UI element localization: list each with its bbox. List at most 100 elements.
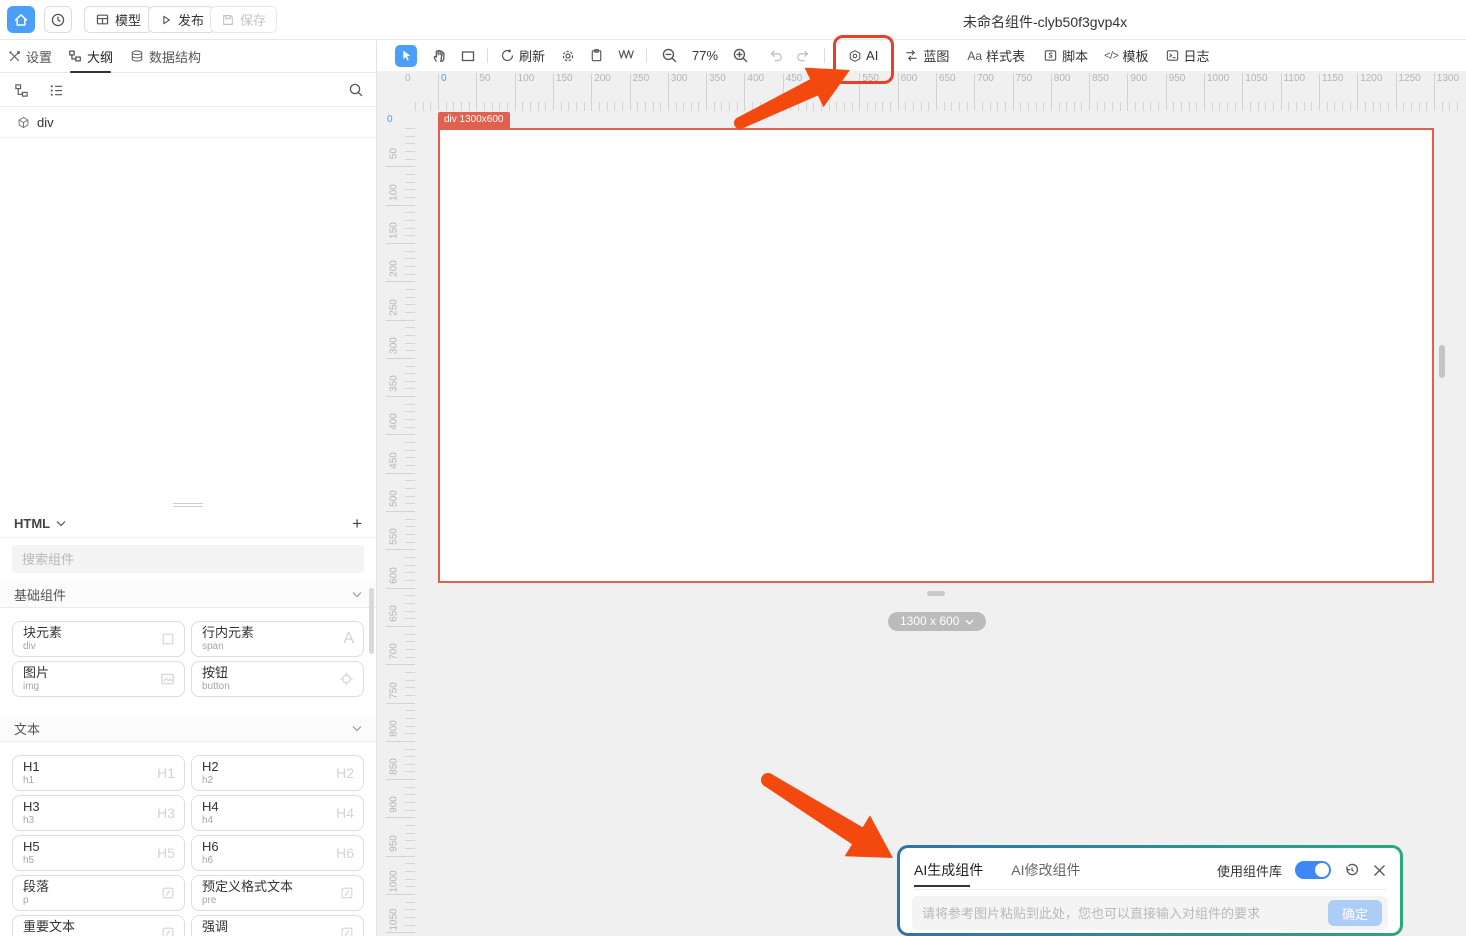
component-card-span[interactable]: 行内元素 span A	[191, 621, 364, 657]
tab-data-structure-label: 数据结构	[149, 47, 201, 66]
tree-view-icon[interactable]	[14, 83, 29, 98]
slashed-square-icon	[161, 886, 175, 900]
model-grid-icon	[95, 12, 110, 27]
component-card-em[interactable]: 强调	[191, 915, 364, 936]
zoom-out-icon[interactable]	[661, 47, 678, 64]
terminal-icon	[1165, 48, 1180, 63]
section-text-components[interactable]: 文本	[0, 715, 376, 742]
log-button[interactable]: 日志	[1165, 46, 1210, 65]
components-group-label: HTML	[14, 516, 50, 531]
history-version-button[interactable]	[44, 6, 72, 33]
stylesheet-button[interactable]: Aa 样式表	[967, 46, 1025, 65]
component-card-pre[interactable]: 预定义格式文本 pre	[191, 875, 364, 911]
letter-a-icon: A	[343, 630, 354, 648]
component-card-h5[interactable]: H5 h5 H5	[12, 835, 185, 871]
section-basic-components[interactable]: 基础组件	[0, 581, 376, 608]
canvas-size-label: 1300 x 600	[900, 612, 959, 631]
database-icon	[130, 49, 144, 63]
h2-icon: H2	[336, 765, 354, 781]
add-group-button[interactable]: +	[352, 515, 362, 532]
tree-node-div[interactable]: div	[0, 107, 376, 138]
slashed-square-icon	[161, 926, 175, 936]
component-cube-icon	[17, 116, 30, 129]
confirm-button[interactable]: 确定	[1328, 900, 1382, 926]
stylesheet-label: 样式表	[986, 46, 1025, 65]
splitter-grip-icon	[173, 503, 203, 504]
script-icon	[1043, 48, 1058, 63]
blueprint-label: 蓝图	[923, 46, 949, 65]
script-button[interactable]: 脚本	[1043, 46, 1088, 65]
component-card-h2[interactable]: H2 h2 H2	[191, 755, 364, 791]
redo-icon[interactable]	[795, 48, 811, 63]
undo-icon[interactable]	[768, 48, 784, 63]
close-icon[interactable]	[1373, 864, 1386, 877]
canvas-artboard[interactable]	[438, 128, 1434, 583]
ai-button[interactable]: AI	[848, 48, 878, 63]
panel-splitter[interactable]	[0, 501, 376, 507]
tree-node-label: div	[37, 115, 54, 130]
aa-icon: Aa	[967, 49, 982, 63]
history-icon[interactable]	[1344, 862, 1360, 878]
tab-data-structure[interactable]: 数据结构	[130, 40, 201, 72]
component-card-p[interactable]: 段落 p	[12, 875, 185, 911]
ai-label: AI	[866, 48, 878, 63]
canvas-toolbar: 刷新 77% AI	[377, 40, 1466, 71]
component-card-h6[interactable]: H6 h6 H6	[191, 835, 364, 871]
select-tool-button[interactable]	[395, 45, 417, 67]
component-library-label: 使用组件库	[1217, 861, 1282, 880]
sidebar-scrollbar[interactable]	[369, 588, 374, 654]
tab-ai-modify[interactable]: AI修改组件	[1011, 860, 1080, 880]
rectangle-tool-icon[interactable]	[460, 48, 476, 64]
resize-handle[interactable]	[927, 591, 945, 596]
top-bar: 模型 发布 保存 未命名组件-clyb50f3gvp4x	[0, 0, 1466, 40]
component-card-strong[interactable]: 重要文本	[12, 915, 185, 936]
tree-icon	[68, 49, 82, 63]
zoom-level[interactable]: 77%	[692, 48, 718, 63]
save-button[interactable]: 保存	[210, 6, 277, 33]
home-button[interactable]	[7, 6, 35, 33]
publish-button[interactable]: 发布	[148, 6, 215, 33]
left-sidebar: 设置 大纲 数据结构 div HTML +	[0, 40, 377, 936]
refresh-button[interactable]: 刷新	[500, 46, 545, 65]
hand-tool-icon[interactable]	[431, 47, 448, 64]
image-icon	[160, 672, 175, 687]
canvas-size-badge[interactable]: 1300 x 600	[888, 612, 986, 631]
clipboard-icon[interactable]	[589, 48, 604, 63]
canvas-scrollbar[interactable]	[1439, 345, 1445, 378]
play-icon	[159, 13, 173, 27]
divider	[914, 889, 1386, 890]
zoom-in-icon[interactable]	[732, 47, 749, 64]
component-card-h4[interactable]: H4 h4 H4	[191, 795, 364, 831]
h5-icon: H5	[157, 845, 175, 861]
tab-settings[interactable]: 设置	[8, 40, 52, 72]
ai-prompt-input[interactable]	[922, 906, 1328, 921]
square-icon	[161, 632, 175, 646]
h6-icon: H6	[336, 845, 354, 861]
tab-outline[interactable]: 大纲	[68, 40, 113, 72]
section-basic-label: 基础组件	[14, 585, 66, 604]
component-card-img[interactable]: 图片 img	[12, 661, 185, 697]
divider	[646, 48, 647, 63]
w-shape-icon[interactable]	[618, 49, 634, 62]
cursor-icon	[400, 49, 413, 62]
horizontal-ruler: 0501001502002503003504004505005506006507…	[377, 71, 1466, 113]
blueprint-button[interactable]: 蓝图	[904, 46, 949, 65]
gear-icon[interactable]	[560, 48, 576, 64]
components-group-header[interactable]: HTML +	[0, 509, 376, 538]
component-card-div[interactable]: 块元素 div	[12, 621, 185, 657]
search-icon[interactable]	[348, 82, 364, 98]
template-label: 模板	[1122, 46, 1148, 65]
tab-ai-generate[interactable]: AI生成组件	[914, 860, 983, 880]
component-card-h3[interactable]: H3 h3 H3	[12, 795, 185, 831]
publish-label: 发布	[178, 10, 204, 29]
component-search-input[interactable]	[12, 545, 364, 573]
ai-dialog-tabs: AI生成组件 AI修改组件 使用组件库	[914, 858, 1386, 882]
component-card-h1[interactable]: H1 h1 H1	[12, 755, 185, 791]
model-label: 模型	[115, 10, 141, 29]
component-card-button[interactable]: 按钮 button	[191, 661, 364, 697]
divider	[824, 48, 825, 63]
checklist-icon[interactable]	[49, 83, 64, 98]
component-library-toggle[interactable]	[1295, 861, 1331, 879]
model-button[interactable]: 模型	[84, 6, 152, 33]
template-button[interactable]: </> 模板	[1104, 46, 1148, 65]
